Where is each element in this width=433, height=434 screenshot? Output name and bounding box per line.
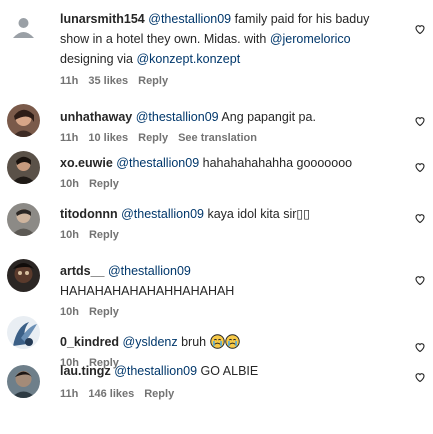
- crying-face-emoji: [224, 334, 240, 349]
- reply-button[interactable]: Reply: [89, 306, 119, 318]
- likes-count[interactable]: 10 likes: [88, 132, 128, 144]
- comment-text: 0_kindred @ysldenz bruh: [60, 332, 390, 352]
- reply-button[interactable]: Reply: [144, 388, 174, 400]
- comment-meta: 11h 146 likes Reply: [60, 388, 174, 400]
- reply-button[interactable]: Reply: [89, 178, 119, 190]
- comment-body: kaya idol kita sir▯▯: [204, 207, 311, 221]
- comment-meta: 10h Reply: [60, 178, 119, 190]
- reply-button[interactable]: Reply: [138, 75, 168, 87]
- comment-body: Ang papangit pa.: [218, 110, 316, 124]
- avatar[interactable]: [7, 365, 40, 398]
- likes-count[interactable]: 35 likes: [88, 75, 128, 87]
- heart-outline-icon[interactable]: [414, 161, 426, 173]
- heart-outline-icon[interactable]: [414, 274, 426, 286]
- avatar[interactable]: [7, 259, 40, 292]
- comment-username[interactable]: titodonnn: [60, 207, 118, 221]
- comment-text: lunarsmith154 @thestallion09 family paid…: [60, 9, 390, 69]
- mention-link[interactable]: @ysldenz: [123, 335, 178, 349]
- comment-username[interactable]: xo.euwie: [60, 156, 113, 170]
- heart-outline-icon[interactable]: [414, 23, 426, 35]
- reply-button[interactable]: Reply: [89, 229, 119, 241]
- mention-link[interactable]: @thestallion09: [114, 364, 197, 378]
- crying-face-emoji: [209, 334, 225, 349]
- comment-username[interactable]: 0_kindred: [60, 335, 119, 349]
- comment-time: 11h: [60, 132, 79, 144]
- mention-link[interactable]: @thestallion09: [116, 156, 199, 170]
- mention-link[interactable]: @thestallion09: [148, 12, 231, 26]
- comment-username[interactable]: lunarsmith154: [60, 12, 145, 26]
- reply-button[interactable]: Reply: [138, 132, 168, 144]
- mention-link[interactable]: @thestallion09: [136, 110, 219, 124]
- likes-count[interactable]: 146 likes: [88, 388, 134, 400]
- mention-link[interactable]: @jeromelorico: [270, 32, 351, 46]
- comment-time: 11h: [60, 75, 79, 87]
- comment-meta: 10h Reply: [60, 306, 119, 318]
- comment-username[interactable]: lau.tingz: [60, 364, 111, 378]
- comment-meta: 10h Reply: [60, 229, 119, 241]
- comment-meta: 11h 10 likes Reply See translation: [60, 132, 257, 144]
- comment-body: hahahahahahha gooooooo: [199, 156, 353, 170]
- mention-link[interactable]: @thestallion09: [108, 264, 191, 278]
- comment-text: lau.tingz @thestallion09 GO ALBIE: [60, 361, 390, 381]
- mention-link[interactable]: @thestallion09: [121, 207, 204, 221]
- comment-time: 10h: [60, 306, 79, 318]
- comment-time: 10h: [60, 178, 79, 190]
- comment-time: 11h: [60, 388, 79, 400]
- avatar[interactable]: [7, 203, 40, 236]
- comment-meta: 11h 35 likes Reply: [60, 75, 168, 87]
- avatar[interactable]: [7, 316, 40, 349]
- comment-username[interactable]: artds__: [60, 264, 104, 278]
- heart-outline-icon[interactable]: [414, 341, 426, 353]
- comment-username[interactable]: unhathaway: [60, 110, 132, 124]
- heart-outline-icon[interactable]: [414, 212, 426, 224]
- heart-outline-icon[interactable]: [414, 371, 426, 383]
- mention-link[interactable]: @konzept.konzept: [136, 52, 240, 66]
- comment-text: unhathaway @thestallion09 Ang papangit p…: [60, 107, 390, 127]
- comment-text: titodonnn @thestallion09 kaya idol kita …: [60, 204, 390, 224]
- comment-text: xo.euwie @thestallion09 hahahahahahha go…: [60, 153, 390, 173]
- comment-body: designing via: [60, 52, 137, 66]
- avatar[interactable]: [7, 151, 40, 184]
- heart-outline-icon[interactable]: [414, 115, 426, 127]
- see-translation-button[interactable]: See translation: [178, 132, 257, 144]
- comment-body: HAHAHAHAHAHAHHAHAHAH: [60, 284, 235, 298]
- comment-body: GO ALBIE: [197, 364, 259, 378]
- comment-time: 10h: [60, 229, 79, 241]
- comment-body: bruh: [177, 335, 210, 349]
- avatar[interactable]: [7, 104, 40, 137]
- avatar[interactable]: [7, 12, 40, 45]
- comment-text: artds__ @thestallion09 HAHAHAHAHAHAHHAHAH…: [60, 261, 390, 301]
